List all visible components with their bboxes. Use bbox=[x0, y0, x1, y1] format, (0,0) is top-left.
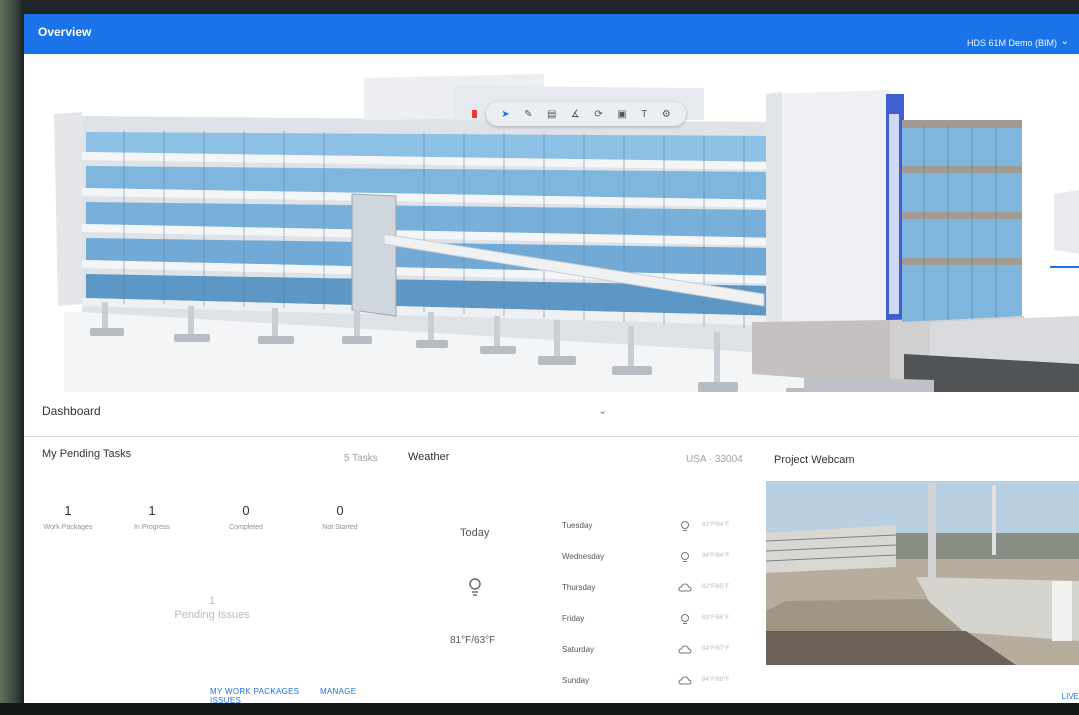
today-temperature: 81°F/63°F bbox=[450, 635, 496, 646]
app-screen: Overview HDS 61M Demo (BIM) ⌄ ➤ ✎ ▤ ∡ ⟳ … bbox=[24, 14, 1079, 703]
model-viewer[interactable]: ➤ ✎ ▤ ∡ ⟳ ▣ T ⚙ bbox=[24, 54, 1079, 392]
stat-label: Not Started bbox=[322, 524, 358, 531]
panel-title: Weather bbox=[408, 451, 450, 463]
text-icon[interactable]: T bbox=[641, 109, 647, 120]
task-count: 5 Tasks bbox=[344, 453, 378, 464]
measure-icon[interactable]: ∡ bbox=[571, 109, 580, 120]
cloud-icon bbox=[678, 583, 692, 592]
dashboard-label: Dashboard bbox=[42, 404, 101, 418]
rotate-icon[interactable]: ⟳ bbox=[594, 109, 602, 120]
pending-issues-label: Pending Issues bbox=[174, 609, 250, 621]
stat-value: 1 bbox=[148, 503, 156, 518]
stat-label: Work Packages bbox=[43, 524, 93, 531]
settings-icon[interactable]: ⚙ bbox=[662, 109, 671, 120]
top-app-bar: Overview HDS 61M Demo (BIM) ⌄ bbox=[24, 14, 1079, 54]
sun-icon bbox=[469, 578, 481, 596]
section-icon[interactable]: ▤ bbox=[547, 109, 556, 120]
sun-icon bbox=[681, 552, 689, 562]
forecast-temperature: 84°F/68°F bbox=[702, 677, 730, 683]
webcam-image[interactable] bbox=[766, 481, 1079, 665]
forecast-temperature: 84°F/67°F bbox=[702, 646, 730, 652]
stat-value: 0 bbox=[336, 503, 344, 518]
forecast-day: Thursday bbox=[562, 583, 596, 592]
cursor-icon[interactable]: ➤ bbox=[501, 109, 509, 120]
forecast-temperature: 84°F/64°F bbox=[702, 553, 730, 559]
page-title: Overview bbox=[38, 25, 92, 39]
stat-value: 0 bbox=[242, 503, 250, 518]
marker-flag bbox=[472, 110, 477, 118]
task-links: MY WORK PACKAGES MANAGE ISSUES bbox=[210, 687, 394, 703]
forecast-temperature: 83°F/66°F bbox=[702, 615, 730, 621]
panel-title: Project Webcam bbox=[774, 454, 855, 466]
dashboard-bar[interactable]: Dashboard ⌄ bbox=[24, 392, 1079, 437]
weather-panel: Weather USA · 33004 Today 81°F/63°F Tues… bbox=[394, 437, 756, 703]
stat-in-progress[interactable]: 1 In Progress bbox=[112, 503, 192, 531]
monitor-bezel-bottom bbox=[0, 703, 1079, 715]
monitor-bezel-top bbox=[0, 0, 1079, 14]
stat-completed[interactable]: 0 Completed bbox=[206, 503, 286, 531]
project-selector[interactable]: HDS 61M Demo (BIM) bbox=[967, 38, 1057, 48]
my-work-packages-link[interactable]: MY WORK PACKAGES bbox=[210, 687, 299, 696]
cloud-icon bbox=[678, 645, 692, 654]
weather-location: USA · 33004 bbox=[686, 454, 743, 465]
forecast-day: Tuesday bbox=[562, 521, 593, 530]
cloud-icon bbox=[678, 676, 692, 685]
stat-label: Completed bbox=[229, 524, 263, 531]
forecast-day: Saturday bbox=[562, 645, 595, 654]
pencil-icon[interactable]: ✎ bbox=[524, 109, 532, 120]
monitor-bezel-left bbox=[0, 0, 24, 715]
pending-issues[interactable]: 1 Pending Issues bbox=[142, 595, 282, 621]
pending-tasks-panel: My Pending Tasks 5 Tasks 1 Work Packages… bbox=[24, 437, 394, 703]
forecast-temperature: 82°F/64°F bbox=[702, 522, 730, 528]
live-link[interactable]: LIVE bbox=[1062, 692, 1079, 701]
forecast-day: Sunday bbox=[562, 676, 590, 685]
viewer-toolbar: ➤ ✎ ▤ ∡ ⟳ ▣ T ⚙ bbox=[472, 102, 686, 126]
sun-icon bbox=[681, 614, 689, 624]
forecast-day: Wednesday bbox=[562, 552, 605, 561]
chevron-down-icon[interactable]: ⌄ bbox=[1061, 36, 1069, 47]
pending-issues-count: 1 bbox=[208, 595, 216, 607]
chevron-down-icon[interactable]: ⌄ bbox=[598, 404, 607, 417]
stat-label: In Progress bbox=[134, 524, 170, 531]
panel-title: My Pending Tasks bbox=[42, 448, 132, 460]
forecast-day: Friday bbox=[562, 614, 585, 623]
webcam-panel: Project Webcam LIVE bbox=[756, 437, 1079, 703]
stat-not-started[interactable]: 0 Not Started bbox=[300, 503, 380, 531]
stat-work-packages[interactable]: 1 Work Packages bbox=[28, 503, 108, 531]
sun-icon bbox=[681, 521, 689, 531]
forecast-temperature: 82°F/65°F bbox=[702, 584, 730, 590]
today-label: Today bbox=[460, 527, 490, 539]
layers-icon[interactable]: ▣ bbox=[617, 109, 626, 120]
stat-value: 1 bbox=[64, 503, 72, 518]
